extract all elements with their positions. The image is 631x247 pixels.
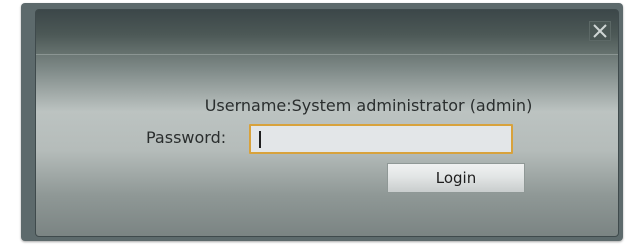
password-label: Password: bbox=[146, 128, 227, 147]
login-dialog: Username:System administrator (admin) Pa… bbox=[21, 3, 623, 241]
dialog-title-bar[interactable] bbox=[36, 10, 618, 55]
dialog-body: Username:System administrator (admin) Pa… bbox=[35, 9, 619, 237]
username-text: Username:System administrator (admin) bbox=[204, 96, 533, 115]
text-caret bbox=[259, 131, 261, 148]
password-field[interactable] bbox=[249, 124, 513, 154]
close-icon[interactable] bbox=[589, 21, 611, 41]
login-button[interactable]: Login bbox=[387, 163, 525, 193]
page: Username:System administrator (admin) Pa… bbox=[0, 0, 631, 247]
